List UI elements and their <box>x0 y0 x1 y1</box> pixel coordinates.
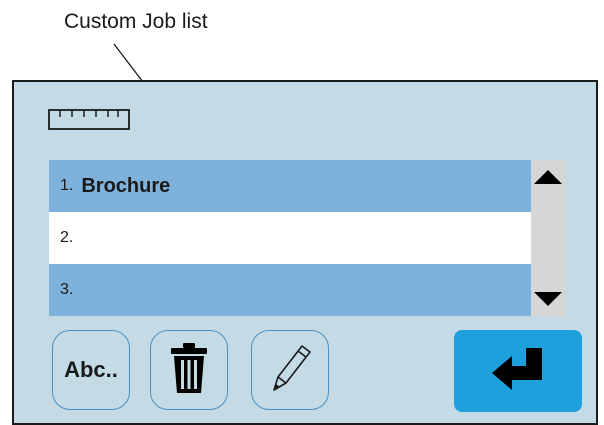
delete-button[interactable] <box>150 330 228 410</box>
trash-icon <box>169 342 209 399</box>
job-name: Brochure <box>81 174 171 197</box>
scroll-down-arrow-icon[interactable] <box>534 292 562 306</box>
custom-job-list: 1. Brochure 2. 3. <box>49 160 531 316</box>
job-number: 2. <box>60 229 74 246</box>
list-scrollbar[interactable] <box>531 160 565 316</box>
job-list-item[interactable]: 1. Brochure <box>49 160 531 212</box>
rename-button[interactable]: Abc.. <box>52 330 130 410</box>
callout-label: Custom Job list <box>64 10 208 33</box>
job-list-panel: 1. Brochure 2. 3. Abc.. <box>12 80 598 425</box>
enter-button[interactable] <box>454 330 582 412</box>
job-number: 1. <box>60 177 74 194</box>
scroll-up-arrow-icon[interactable] <box>534 170 562 184</box>
job-list-item[interactable]: 2. <box>49 212 531 264</box>
pencil-icon <box>266 340 314 401</box>
job-number: 3. <box>60 281 74 298</box>
ruler-icon <box>48 109 130 136</box>
enter-arrow-icon <box>490 346 546 397</box>
edit-button[interactable] <box>251 330 329 410</box>
rename-button-label: Abc.. <box>64 357 118 382</box>
job-list-item[interactable]: 3. <box>49 264 531 316</box>
